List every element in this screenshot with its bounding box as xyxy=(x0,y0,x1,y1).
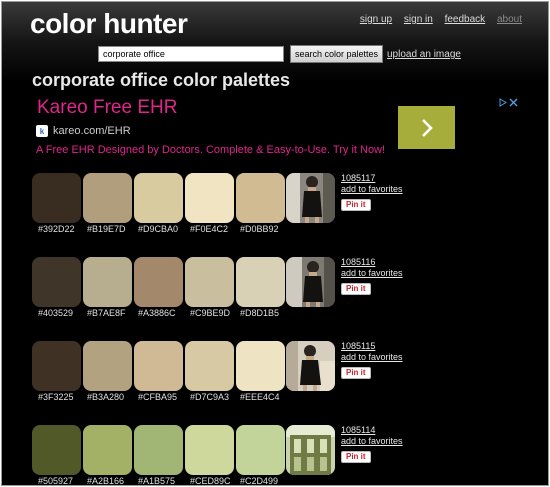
color-swatch[interactable] xyxy=(83,173,132,223)
color-swatch[interactable] xyxy=(185,173,234,223)
palette-row: #505927 #A2B166 #A1B575 #CED89C #C2D499 xyxy=(32,425,412,486)
sign-up-link[interactable]: sign up xyxy=(360,14,392,25)
ad-url-text: kareo.com/EHR xyxy=(53,125,131,137)
color-hex: #3F3225 xyxy=(38,392,74,402)
color-hex: #D9CBA0 xyxy=(138,224,179,234)
color-swatch[interactable] xyxy=(134,257,183,307)
color-hex: #D0BB92 xyxy=(240,224,279,234)
pin-it-button[interactable]: Pin it xyxy=(341,283,371,295)
palette-id-link[interactable]: 1085115 xyxy=(341,341,403,352)
palette-id-link[interactable]: 1085116 xyxy=(341,257,403,268)
about-link[interactable]: about xyxy=(497,14,522,25)
color-swatch[interactable] xyxy=(32,425,81,475)
search-button[interactable]: search color palettes xyxy=(290,45,383,63)
palette-meta: 1085115 add to favorites Pin it xyxy=(341,341,403,380)
ad-arrow-button[interactable] xyxy=(398,106,455,149)
add-to-favorites-link[interactable]: add to favorites xyxy=(341,184,403,194)
color-swatch[interactable] xyxy=(83,425,132,475)
color-swatch[interactable] xyxy=(32,257,81,307)
palette-source-image[interactable] xyxy=(286,341,335,391)
ad-url[interactable]: k kareo.com/EHR xyxy=(36,125,131,137)
color-hex: #A1B575 xyxy=(138,476,176,486)
color-swatch[interactable] xyxy=(236,257,285,307)
app-window: color hunter sign up sign in feedback ab… xyxy=(1,1,549,486)
favicon-icon: k xyxy=(36,125,48,137)
color-swatch[interactable] xyxy=(32,341,81,391)
ad-choices-icon[interactable] xyxy=(499,98,519,109)
color-swatch[interactable] xyxy=(83,341,132,391)
color-hex: #D7C9A3 xyxy=(190,392,230,402)
ad-banner[interactable]: Kareo Free EHR k kareo.com/EHR A Free EH… xyxy=(30,97,524,163)
color-hex: #A3886C xyxy=(138,308,176,318)
color-swatch[interactable] xyxy=(32,173,81,223)
palette-source-image[interactable] xyxy=(286,257,335,307)
palette-row: #403529 #B7AE8F #A3886C #C9BE9D #D8D1B5 … xyxy=(32,257,412,319)
color-hex: #403529 xyxy=(38,308,74,318)
color-swatch[interactable] xyxy=(236,173,285,223)
color-hex: #EEE4C4 xyxy=(240,392,280,402)
palette-id-link[interactable]: 1085114 xyxy=(341,425,403,436)
add-to-favorites-link[interactable]: add to favorites xyxy=(341,352,403,362)
add-to-favorites-link[interactable]: add to favorites xyxy=(341,268,403,278)
site-logo[interactable]: color hunter xyxy=(30,8,188,40)
color-swatch[interactable] xyxy=(185,257,234,307)
color-swatch[interactable] xyxy=(236,341,285,391)
ad-description[interactable]: A Free EHR Designed by Doctors. Complete… xyxy=(36,144,385,156)
top-nav: sign up sign in feedback about xyxy=(351,14,522,25)
add-to-favorites-link[interactable]: add to favorites xyxy=(341,436,403,446)
pin-it-button[interactable]: Pin it xyxy=(341,451,371,463)
sign-in-link[interactable]: sign in xyxy=(404,14,433,25)
color-swatch[interactable] xyxy=(134,173,183,223)
color-swatch[interactable] xyxy=(134,425,183,475)
color-hex: #B3A280 xyxy=(87,392,125,402)
color-hex: #505927 xyxy=(38,476,74,486)
palette-id-link[interactable]: 1085117 xyxy=(341,173,403,184)
color-swatch[interactable] xyxy=(83,257,132,307)
color-hex: #C9BE9D xyxy=(190,308,231,318)
upload-image-link[interactable]: upload an image xyxy=(387,49,461,60)
feedback-link[interactable]: feedback xyxy=(445,14,486,25)
pin-it-button[interactable]: Pin it xyxy=(341,367,371,379)
color-hex: #A2B166 xyxy=(87,476,125,486)
palette-meta: 1085114 add to favorites Pin it xyxy=(341,425,403,464)
color-hex: #C2D499 xyxy=(240,476,279,486)
palette-meta: 1085116 add to favorites Pin it xyxy=(341,257,403,296)
color-hex: #B7AE8F xyxy=(87,308,126,318)
pin-it-button[interactable]: Pin it xyxy=(341,199,371,211)
color-hex: #CED89C xyxy=(190,476,231,486)
chevron-right-icon xyxy=(421,118,433,137)
ad-title[interactable]: Kareo Free EHR xyxy=(37,97,177,119)
color-swatch[interactable] xyxy=(134,341,183,391)
color-hex: #D8D1B5 xyxy=(240,308,280,318)
color-swatch[interactable] xyxy=(185,425,234,475)
color-hex: #F0E4C2 xyxy=(190,224,229,234)
color-swatch[interactable] xyxy=(236,425,285,475)
page-title: corporate office color palettes xyxy=(32,70,291,90)
palette-source-image[interactable] xyxy=(286,173,335,223)
color-swatch[interactable] xyxy=(185,341,234,391)
color-hex: #CFBA95 xyxy=(138,392,178,402)
search-input[interactable] xyxy=(98,46,284,62)
palette-meta: 1085117 add to favorites Pin it xyxy=(341,173,403,212)
palette-row: #3F3225 #B3A280 #CFBA95 #D7C9A3 #EEE4C4 … xyxy=(32,341,412,403)
palette-source-image[interactable] xyxy=(286,425,335,475)
palette-row: #392D22 #B19E7D #D9CBA0 #F0E4C2 #D0BB92 … xyxy=(32,173,412,235)
color-hex: #B19E7D xyxy=(87,224,126,234)
color-hex: #392D22 xyxy=(38,224,75,234)
